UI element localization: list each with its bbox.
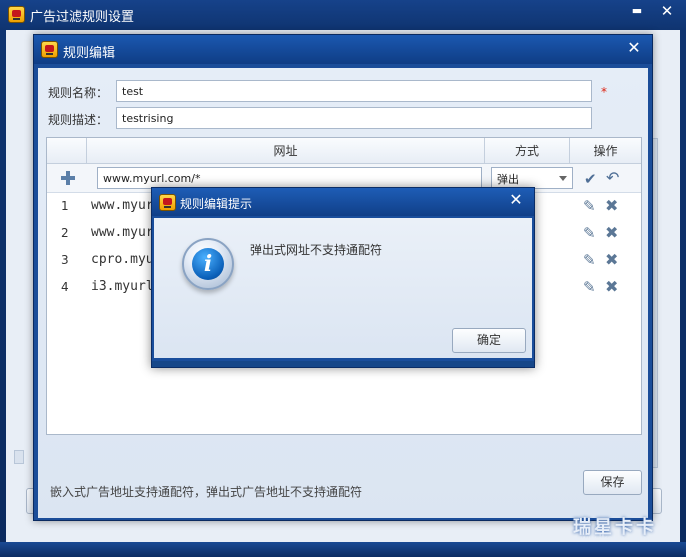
outer-close-button[interactable]: ✕ (652, 0, 682, 22)
row-index: 1 (61, 199, 69, 213)
rule-editor-close-button[interactable]: ✕ (622, 37, 646, 59)
outer-titlebar: 广告过滤规则设置 ▬ ✕ (0, 0, 686, 30)
app-logo-icon (8, 6, 25, 23)
row-url: www.myur (91, 198, 154, 213)
save-button[interactable]: 保存 (583, 470, 642, 495)
header-action: 操作 (593, 144, 618, 158)
row-index: 2 (61, 226, 69, 240)
header-mode: 方式 (485, 138, 570, 164)
url-input[interactable] (97, 167, 482, 189)
rule-editor-logo-icon (41, 41, 58, 58)
plus-icon[interactable] (61, 171, 75, 185)
rule-name-label: 规则名称： (48, 86, 109, 100)
chevron-down-icon (559, 176, 567, 181)
mode-select-value: 弹出 (497, 173, 519, 186)
rule-editor-title: 规则编辑 (63, 46, 116, 61)
delete-icon[interactable]: ✖ (605, 196, 618, 215)
delete-icon[interactable]: ✖ (605, 250, 618, 269)
check-icon[interactable]: ✔ (584, 170, 597, 188)
header-url: 网址 (87, 138, 485, 164)
rule-name-input[interactable] (116, 80, 592, 102)
header-index-cell (47, 138, 87, 164)
pencil-icon[interactable]: ✎ (583, 224, 596, 242)
row-index: 4 (61, 280, 69, 294)
pencil-icon[interactable]: ✎ (583, 197, 596, 215)
alert-titlebar: 规则编辑提示 ✕ (152, 188, 534, 216)
required-mark: * (601, 85, 607, 99)
undo-icon[interactable]: ↶ (606, 168, 619, 187)
outer-window-title: 广告过滤规则设置 (30, 10, 135, 25)
background-scroll-left[interactable] (14, 450, 24, 464)
alert-body: i 弹出式网址不支持通配符 确定 (154, 218, 532, 358)
row-url: www.myur (91, 225, 154, 240)
ok-button[interactable]: 确定 (452, 328, 526, 353)
rule-desc-label: 规则描述： (48, 113, 109, 127)
rule-desc-input[interactable] (116, 107, 592, 129)
delete-icon[interactable]: ✖ (605, 223, 618, 242)
alert-bottom-strip (152, 361, 534, 367)
alert-title: 规则编辑提示 (180, 197, 253, 211)
minimize-button[interactable]: ▬ (622, 0, 652, 22)
pencil-icon[interactable]: ✎ (583, 251, 596, 269)
mode-select[interactable]: 弹出 (491, 167, 573, 189)
watermark-url: www.ikaka.com (572, 534, 650, 545)
rule-editor-titlebar: 规则编辑 ✕ (34, 35, 652, 64)
alert-dialog: 规则编辑提示 ✕ i 弹出式网址不支持通配符 确定 (151, 187, 535, 368)
delete-icon[interactable]: ✖ (605, 277, 618, 296)
alert-logo-icon (159, 194, 176, 211)
row-index: 3 (61, 253, 69, 267)
footer-note: 嵌入式广告地址支持通配符，弹出式广告地址不支持通配符 (50, 485, 363, 499)
alert-message: 弹出式网址不支持通配符 (250, 243, 383, 257)
info-icon-glyph: i (192, 248, 224, 280)
info-icon: i (182, 238, 234, 290)
alert-close-button[interactable]: ✕ (504, 189, 528, 211)
table-header: 网址 方式 操作 (47, 138, 641, 164)
pencil-icon[interactable]: ✎ (583, 278, 596, 296)
